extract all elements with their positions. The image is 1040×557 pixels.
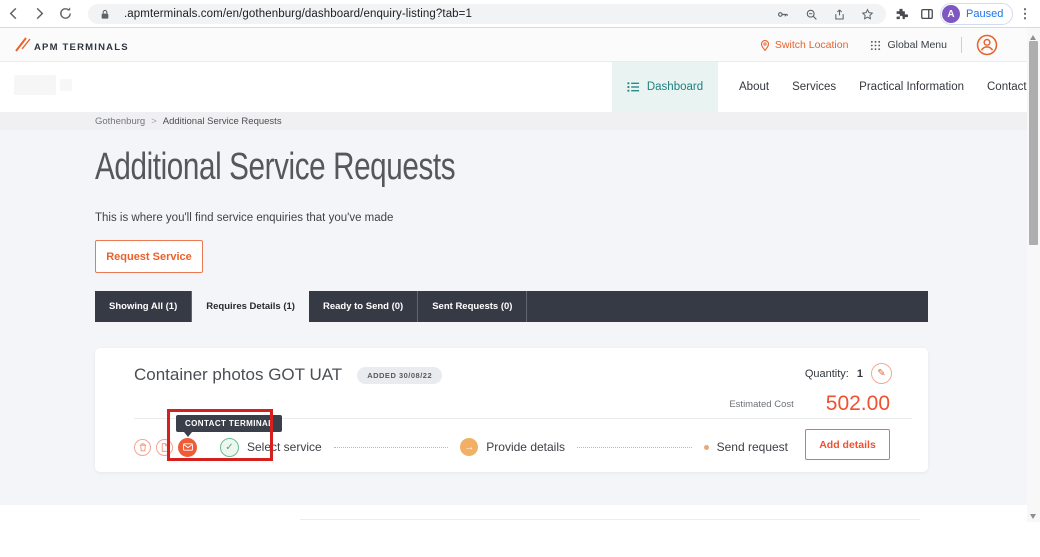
card-title: Container photos GOT UAT <box>134 365 342 385</box>
address-bar[interactable]: .apmterminals.com/en/gothenburg/dashboar… <box>88 4 886 24</box>
dashboard-list-icon <box>627 81 640 93</box>
nav-link-practical-information[interactable]: Practical Information <box>859 81 964 93</box>
breadcrumb-current-page: Additional Service Requests <box>163 116 282 127</box>
browser-menu-icon[interactable]: ⋮ <box>1014 0 1036 28</box>
nav-dashboard[interactable]: Dashboard <box>612 62 718 112</box>
step-connector <box>334 447 449 448</box>
side-panel-icon[interactable] <box>916 0 938 28</box>
next-section-edge <box>300 519 920 520</box>
nav-dashboard-label: Dashboard <box>647 81 703 93</box>
scrollbar-up-arrow-icon[interactable] <box>1030 32 1036 40</box>
profile-status-label: Paused <box>960 8 1011 20</box>
faded-terminal-logo <box>14 75 72 95</box>
logo-text: APM TERMINALS <box>34 42 129 53</box>
scrollbar-thumb[interactable] <box>1029 41 1038 245</box>
page-subtitle: This is where you'll find service enquir… <box>95 212 393 224</box>
quantity-value: 1 <box>857 368 863 380</box>
back-icon[interactable] <box>0 2 26 26</box>
screen: .apmterminals.com/en/gothenburg/dashboar… <box>0 0 1040 557</box>
url-text[interactable]: .apmterminals.com/en/gothenburg/dashboar… <box>124 8 472 20</box>
page-title: Additional Service Requests <box>95 146 455 189</box>
added-date-badge: ADDED 30/08/22 <box>357 367 442 384</box>
grid-icon <box>870 40 881 51</box>
nav-link-about[interactable]: About <box>739 81 769 93</box>
extensions-icon[interactable] <box>890 0 912 28</box>
avatar: A <box>942 5 960 23</box>
location-pin-icon <box>760 39 770 52</box>
share-icon[interactable] <box>833 8 846 21</box>
nav-link-contact[interactable]: Contact <box>987 81 1027 93</box>
global-menu-button[interactable]: Global Menu <box>870 39 947 51</box>
lock-icon <box>100 9 110 20</box>
breadcrumb-separator: > <box>151 116 157 127</box>
browser-toolbar: .apmterminals.com/en/gothenburg/dashboar… <box>0 0 1040 28</box>
step-current-arrow-icon: → <box>460 438 478 456</box>
tab-requires-details[interactable]: Requires Details (1) <box>192 291 309 322</box>
step-connector <box>577 447 692 448</box>
quantity-label: Quantity: <box>805 368 849 380</box>
step-send-request: Send request <box>717 440 788 454</box>
tab-sent-requests[interactable]: Sent Requests (0) <box>418 291 527 322</box>
divider <box>961 37 962 53</box>
apm-terminals-logo[interactable]: APM TERMINALS <box>14 36 129 53</box>
delete-request-icon[interactable] <box>134 439 151 456</box>
account-profile-icon[interactable] <box>976 34 998 56</box>
tab-ready-to-send[interactable]: Ready to Send (0) <box>309 291 418 322</box>
global-menu-label: Global Menu <box>887 39 947 51</box>
breadcrumb: Gothenburg > Additional Service Requests <box>0 112 1027 130</box>
page-scrollbar[interactable] <box>1027 28 1040 557</box>
main-content: Additional Service Requests This is wher… <box>0 130 1027 505</box>
refresh-icon[interactable] <box>52 2 78 26</box>
request-service-button[interactable]: Request Service <box>95 240 203 273</box>
add-details-button[interactable]: Add details <box>805 429 890 460</box>
estimated-cost-label: Estimated Cost <box>729 399 793 410</box>
tab-bar: Showing All (1) Requires Details (1) Rea… <box>95 291 928 322</box>
bookmark-star-icon[interactable] <box>861 8 874 21</box>
site-utility-bar: APM TERMINALS Switch Location Glob <box>0 28 1027 62</box>
browser-profile-chip[interactable]: A Paused <box>940 3 1013 25</box>
forward-icon[interactable] <box>26 2 52 26</box>
switch-location-button[interactable]: Switch Location <box>760 39 849 52</box>
estimated-cost-value: 502.00 <box>826 392 890 416</box>
highlight-annotation-box <box>167 409 273 461</box>
scrollbar-down-arrow-icon[interactable] <box>1030 514 1036 522</box>
key-icon[interactable] <box>776 8 790 21</box>
main-nav: Dashboard About Services Practical Infor… <box>0 62 1027 112</box>
zoom-icon[interactable] <box>805 8 818 21</box>
edit-quantity-icon[interactable]: ✎ <box>871 363 892 384</box>
tab-showing-all[interactable]: Showing All (1) <box>95 291 192 322</box>
breadcrumb-location[interactable]: Gothenburg <box>95 116 145 127</box>
step-provide-details: Provide details <box>486 440 565 454</box>
switch-location-label: Switch Location <box>775 39 849 51</box>
step-pending-dot <box>704 445 709 450</box>
nav-link-services[interactable]: Services <box>792 81 836 93</box>
